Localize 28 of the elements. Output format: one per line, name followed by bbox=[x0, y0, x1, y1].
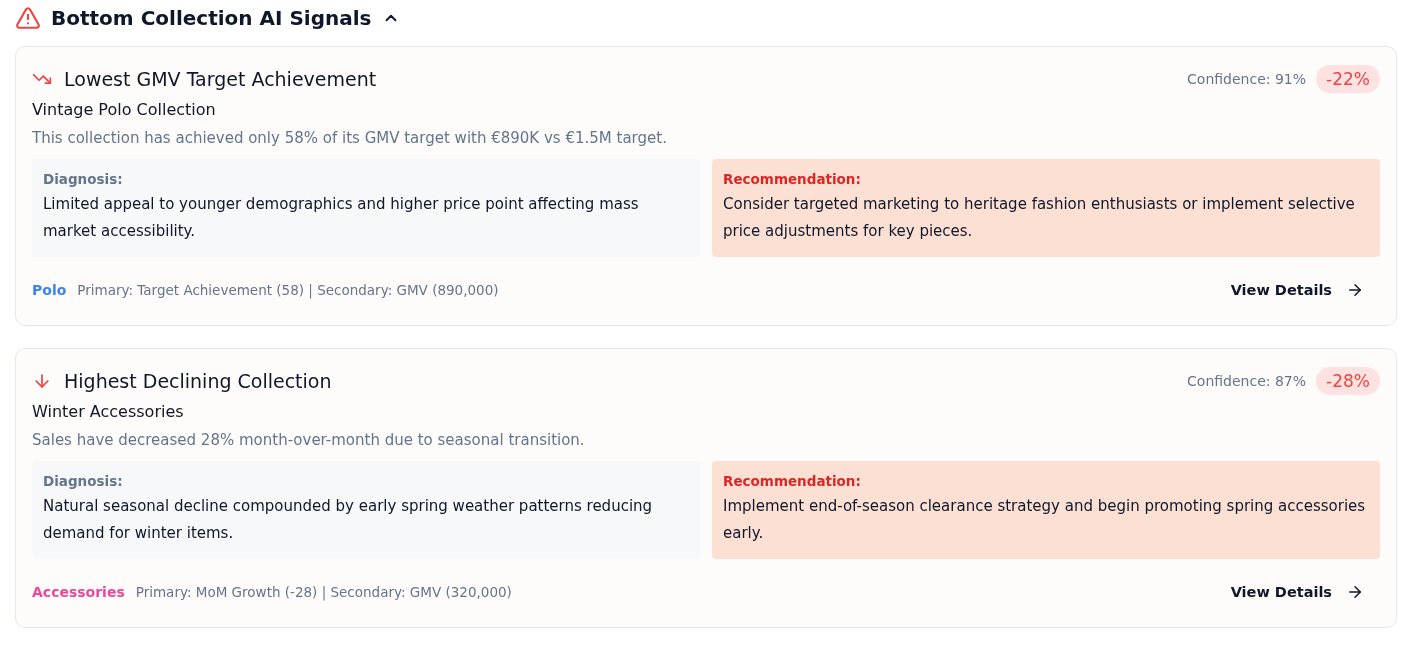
collection-name: Vintage Polo Collection bbox=[32, 100, 217, 119]
view-details-button[interactable]: View Details bbox=[1230, 277, 1380, 303]
metrics-text: Primary: Target Achievement (58) | Secondary: GMV (890,000) bbox=[77, 282, 499, 298]
section-title: Bottom Collection AI Signals bbox=[51, 6, 372, 30]
signal-summary: This collection has achieved only 58% of its GMV target with €890K vs €1.5M target. bbox=[32, 129, 668, 147]
change-badge: -22% bbox=[1316, 65, 1380, 93]
signal-title: Highest Declining Collection bbox=[64, 370, 332, 392]
view-details-button[interactable]: View Details bbox=[1230, 579, 1380, 605]
diagnosis-text: Natural seasonal decline compounded by early spring weather patterns reducing demand for winter items. bbox=[43, 496, 654, 544]
arrow-right-icon bbox=[1346, 583, 1364, 601]
signal-title: Lowest GMV Target Achievement bbox=[64, 68, 377, 90]
diagnosis-label: Diagnosis: bbox=[43, 473, 124, 489]
signal-summary: Sales have decreased 28% month-over-month due to seasonal transition. bbox=[32, 431, 586, 449]
confidence-text: Confidence: 91% bbox=[1187, 71, 1307, 87]
confidence-text: Confidence: 87% bbox=[1187, 373, 1307, 389]
category-tag: Polo bbox=[32, 282, 67, 298]
arrow-right-icon bbox=[1346, 281, 1364, 299]
warning-icon bbox=[15, 5, 41, 31]
recommendation-label: Recommendation: bbox=[723, 171, 862, 187]
diagnosis-label: Diagnosis: bbox=[43, 171, 124, 187]
collection-name: Winter Accessories bbox=[32, 402, 185, 421]
recommendation-text: Consider targeted marketing to heritage fashion enthusiasts or implement selective price adjustments for key pieces. bbox=[723, 194, 1356, 242]
metrics-text: Primary: MoM Growth (-28) | Secondary: GMV (320,000) bbox=[135, 584, 512, 600]
diagnosis-text: Limited appeal to younger demographics and higher price point affecting mass market accessibility. bbox=[43, 194, 640, 242]
recommendation-label: Recommendation: bbox=[723, 473, 862, 489]
category-tag: Accessories bbox=[32, 584, 125, 600]
recommendation-text: Implement end-of-season clearance strategy and begin promoting spring accessories early. bbox=[723, 496, 1367, 544]
change-badge: -28% bbox=[1316, 367, 1380, 395]
